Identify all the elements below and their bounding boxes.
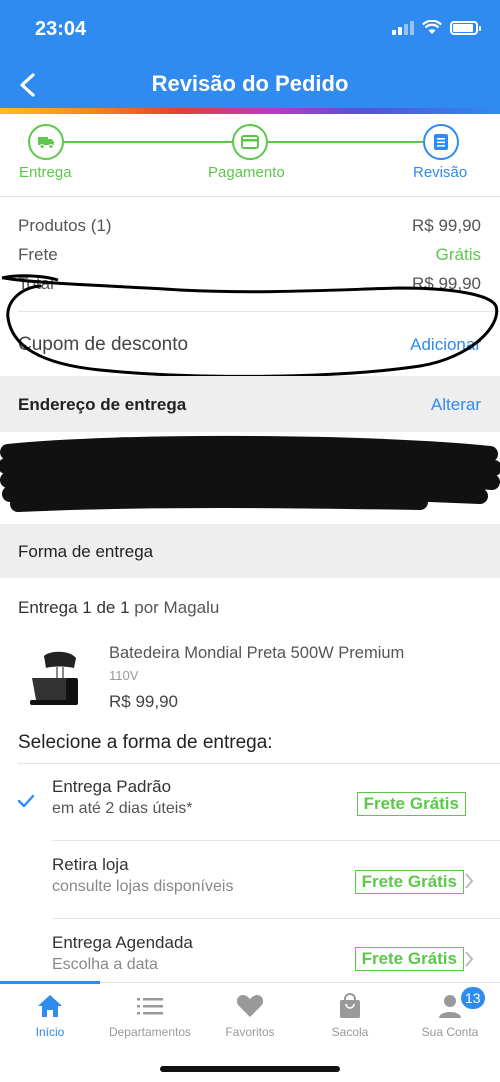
document-icon (434, 134, 448, 150)
delivery-option-subtitle: consulte lojas disponíveis (52, 878, 234, 895)
free-shipping-badge: Frete Grátis (356, 792, 466, 816)
shipment-info: Entrega 1 de 1 por Magalu (18, 598, 219, 618)
status-time: 23:04 (35, 18, 87, 40)
delivery-option-title: Entrega Agendada (52, 933, 193, 952)
delivery-option-subtitle: em até 2 dias úteis* (52, 800, 193, 817)
nav-label: Favoritos (225, 1025, 275, 1039)
step-connector (268, 141, 423, 143)
nav-inicio[interactable]: Início (0, 991, 100, 1039)
chevron-right-icon (465, 873, 474, 889)
chevron-right-icon (465, 951, 474, 967)
nav-label: Departamentos (108, 1025, 192, 1039)
menu-icon (137, 998, 163, 1015)
redacted-address (0, 435, 500, 512)
status-icons (392, 20, 481, 35)
battery-icon (450, 20, 481, 35)
nav-sacola[interactable]: Sacola (300, 991, 400, 1039)
product-image (30, 651, 78, 705)
step-label-pagamento: Pagamento (208, 164, 285, 181)
bag-icon (340, 993, 360, 1018)
nav-favoritos[interactable]: Favoritos (200, 991, 300, 1039)
step-connector (64, 141, 232, 143)
check-icon (17, 794, 35, 808)
checkout-steps: Entrega Pagamento Revisão (0, 114, 500, 194)
freight-label: Frete (18, 245, 58, 264)
delivery-option-title: Entrega Padrão (52, 777, 172, 796)
address-change-link[interactable]: Alterar (431, 395, 481, 415)
products-value: R$ 99,90 (412, 216, 481, 235)
nav-label: Início (35, 1025, 65, 1039)
delivery-option-subtitle: Escolha a data (52, 956, 158, 973)
page-title: Revisão do Pedido (151, 71, 349, 96)
free-shipping-badge: Frete Grátis (354, 947, 464, 971)
freight-value: Grátis (435, 245, 481, 264)
card-icon (241, 135, 259, 149)
nav-label: Sua Conta (421, 1025, 479, 1039)
app-header: 23:04 Revisão do Pedido (0, 0, 500, 108)
home-indicator (160, 1066, 340, 1072)
scribble-annotation (1, 274, 499, 378)
nav-sua-conta[interactable]: 13 Sua Conta (400, 987, 500, 1039)
step-label-entrega: Entrega (19, 164, 72, 181)
free-shipping-badge: Frete Grátis (354, 870, 464, 894)
divider (0, 196, 500, 197)
product-price: R$ 99,90 (109, 692, 178, 711)
nav-label: Sacola (331, 1025, 369, 1039)
step-pagamento[interactable] (232, 124, 268, 160)
home-icon (38, 995, 62, 1017)
product-variant: 110V (109, 668, 139, 683)
step-label-revisao: Revisão (413, 164, 468, 181)
select-delivery-title: Selecione a forma de entrega: (18, 732, 273, 753)
step-revisao[interactable] (423, 124, 459, 160)
wifi-icon (422, 20, 442, 34)
shipment-seller: por Magalu (134, 598, 220, 617)
active-tab-indicator (0, 981, 100, 984)
delivery-title: Forma de entrega (18, 542, 154, 561)
signal-icon (392, 20, 414, 35)
step-entrega[interactable] (28, 124, 64, 160)
truck-icon (38, 137, 54, 149)
nav-departamentos[interactable]: Departamentos (100, 991, 200, 1039)
delivery-option-title: Retira loja (52, 855, 129, 874)
notification-badge: 13 (461, 987, 485, 1009)
heart-icon (236, 995, 264, 1017)
shipment-count: Entrega 1 de 1 (18, 598, 130, 617)
user-icon (439, 995, 461, 1018)
product-name: Batedeira Mondial Preta 500W Premium (109, 644, 405, 662)
products-label: Produtos (1) (18, 216, 112, 235)
address-title: Endereço de entrega (18, 395, 187, 414)
